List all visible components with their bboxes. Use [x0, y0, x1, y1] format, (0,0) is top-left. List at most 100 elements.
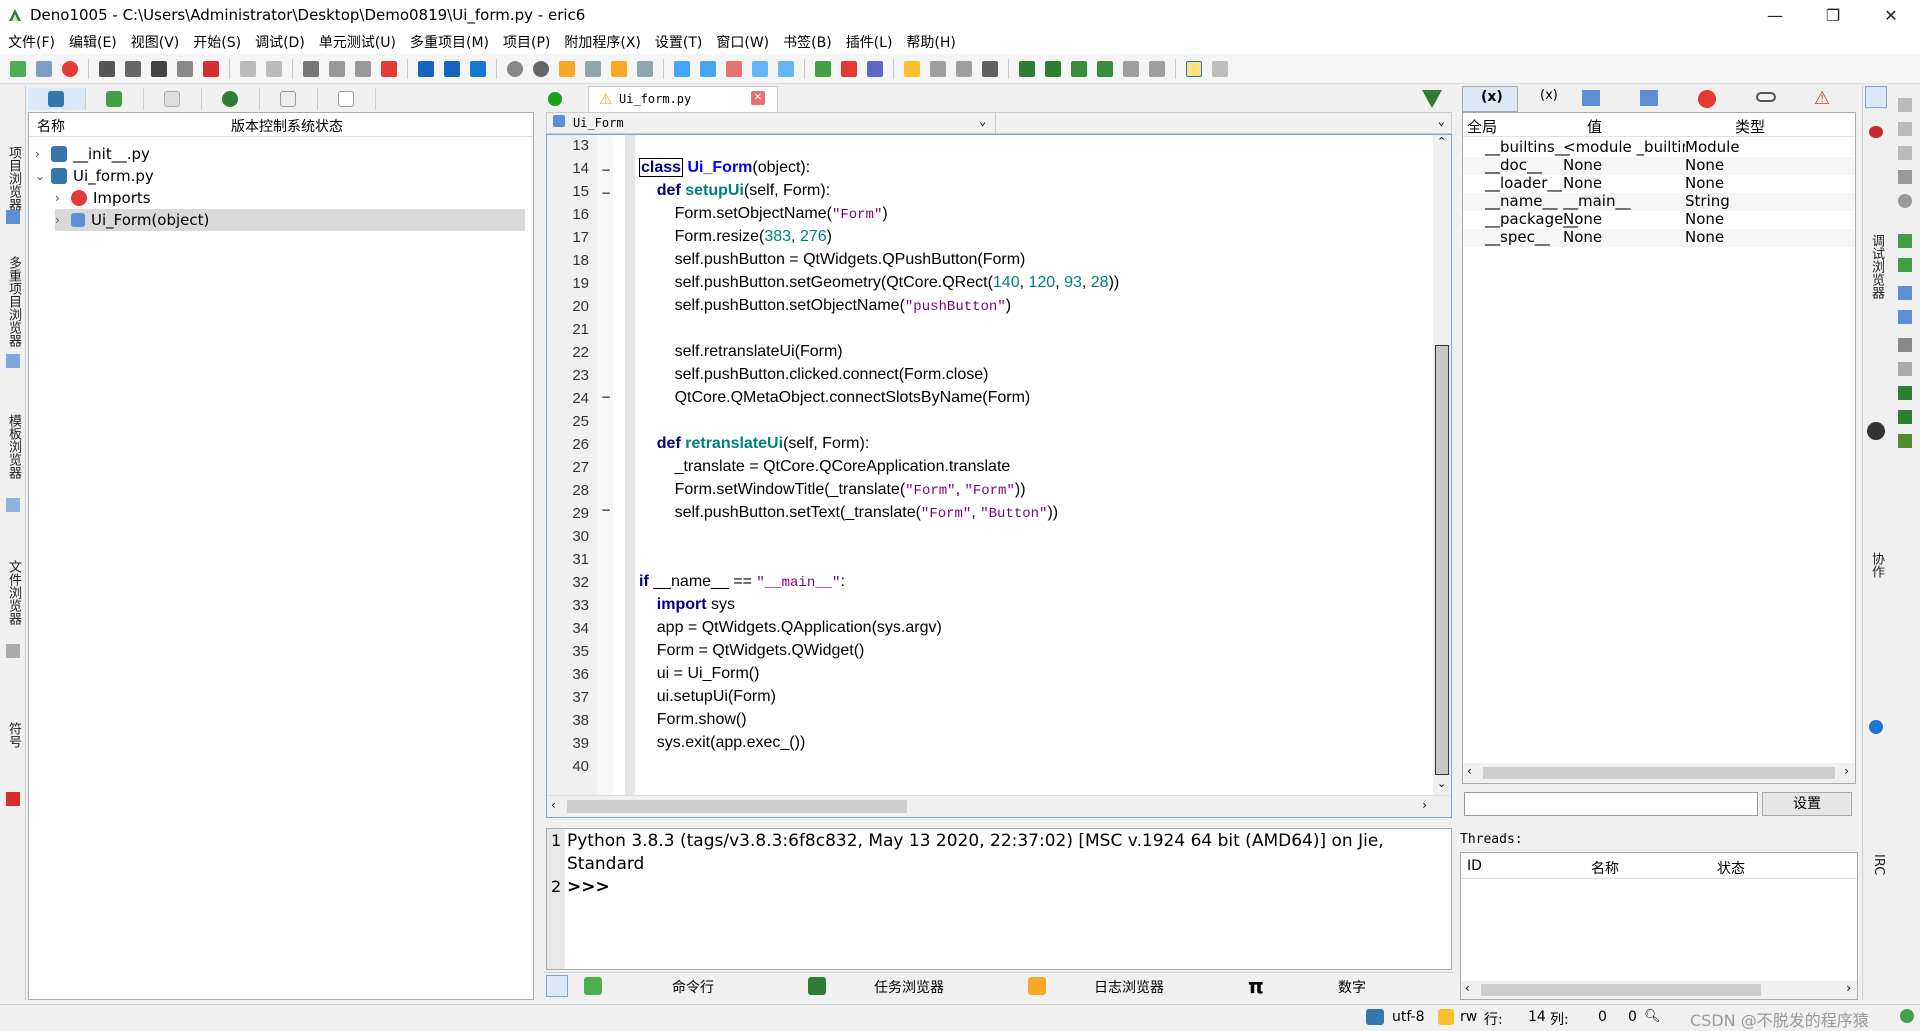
- open-file-icon[interactable]: [36, 60, 52, 77]
- expand-arrow-icon[interactable]: ›: [35, 147, 51, 161]
- vars-horizontal-scrollbar[interactable]: ‹ ›: [1463, 763, 1855, 783]
- close-project-icon[interactable]: [726, 60, 742, 77]
- print-icon[interactable]: [177, 60, 193, 77]
- filter-icon[interactable]: [1865, 86, 1887, 108]
- debug-bug-icon[interactable]: [1869, 126, 1883, 138]
- symbols-icon[interactable]: [6, 792, 20, 806]
- variable-row[interactable]: __doc__ None None: [1463, 156, 1855, 175]
- variable-row[interactable]: __package__ None None: [1463, 210, 1855, 229]
- editor-tab[interactable]: ⚠ Ui_form.py ✕: [588, 86, 778, 112]
- column-state[interactable]: 状态: [1717, 858, 1745, 878]
- zoom-icon[interactable]: 🔍︎: [1644, 1009, 1661, 1024]
- tab-file-browser[interactable]: 文件浏览器: [3, 560, 23, 625]
- fold-marker-icon[interactable]: −: [601, 186, 611, 200]
- menu-file[interactable]: 文件(F): [8, 32, 55, 52]
- tab-list-icon[interactable]: [1422, 90, 1442, 108]
- watch-icon[interactable]: [1756, 92, 1776, 102]
- tab-forms[interactable]: [86, 88, 144, 110]
- column-value[interactable]: 值: [1587, 116, 1602, 137]
- scroll-down-icon[interactable]: ⌄: [1437, 777, 1446, 790]
- file-browser-icon[interactable]: [6, 644, 20, 658]
- breakpoints-icon[interactable]: [1698, 90, 1716, 108]
- stop-debug-icon[interactable]: [841, 60, 857, 77]
- maximize-button[interactable]: ❐: [1804, 0, 1862, 30]
- filter-icon[interactable]: [546, 975, 568, 997]
- delete-icon[interactable]: [381, 60, 397, 77]
- reload-icon[interactable]: [507, 60, 523, 77]
- next-task-icon[interactable]: [1019, 60, 1035, 77]
- menu-bookmarks[interactable]: 书签(B): [783, 32, 832, 52]
- settings-icon[interactable]: [1898, 194, 1912, 208]
- column-name[interactable]: 名称: [37, 116, 65, 136]
- stop-icon[interactable]: [533, 60, 549, 77]
- brush-icon[interactable]: [1898, 170, 1912, 184]
- variable-row[interactable]: __name__ __main__ String: [1463, 192, 1855, 211]
- irc-icon[interactable]: [1869, 720, 1883, 734]
- editor-horizontal-scrollbar[interactable]: ‹ ›: [547, 795, 1451, 817]
- undo-icon[interactable]: [240, 60, 256, 77]
- column-id[interactable]: ID: [1467, 858, 1482, 874]
- tab-local-vars[interactable]: (x): [1522, 86, 1578, 112]
- python-shell[interactable]: 1 2 Python 3.8.3 (tags/v3.8.3:6f8c832, M…: [546, 828, 1452, 970]
- tab-symbols[interactable]: 符号: [3, 722, 23, 748]
- plugin2-icon[interactable]: [1898, 258, 1912, 272]
- menu-settings[interactable]: 设置(T): [655, 32, 702, 52]
- menu-edit[interactable]: 编辑(E): [69, 32, 117, 52]
- database-icon[interactable]: [1898, 338, 1912, 352]
- scroll-right-icon[interactable]: ›: [1422, 798, 1427, 812]
- monitor-icon[interactable]: [1898, 286, 1912, 300]
- bug-icon[interactable]: [815, 60, 831, 77]
- scrollbar-thumb[interactable]: [1481, 984, 1761, 996]
- variables-filter-input[interactable]: [1464, 792, 1758, 816]
- close-window-button[interactable]: ✕: [1862, 0, 1920, 30]
- tab-task-viewer[interactable]: 任务浏览器: [874, 977, 944, 997]
- redo-icon[interactable]: [266, 60, 282, 77]
- menu-plugins[interactable]: 插件(L): [846, 32, 893, 52]
- paste-icon[interactable]: [355, 60, 371, 77]
- close-file-icon[interactable]: [62, 60, 78, 77]
- profile-icon[interactable]: [637, 60, 653, 77]
- editor-vertical-scrollbar[interactable]: ⌃ ⌄: [1433, 135, 1451, 795]
- save-icon[interactable]: [99, 60, 115, 77]
- copy-icon[interactable]: [329, 60, 345, 77]
- cooperation-icon[interactable]: [1867, 422, 1885, 440]
- prev-warning-icon[interactable]: [1097, 60, 1113, 77]
- column-thread-name[interactable]: 名称: [1591, 858, 1619, 878]
- tab-numbers[interactable]: 数字: [1338, 977, 1366, 997]
- tree-item-imports[interactable]: › Imports: [55, 187, 151, 209]
- column-vcs-status[interactable]: 版本控制系统状态: [231, 116, 343, 136]
- tab-project-browser[interactable]: 项目浏览器: [3, 146, 23, 211]
- scrollbar-thumb[interactable]: [1435, 345, 1449, 775]
- expand-arrow-icon[interactable]: ›: [55, 213, 71, 227]
- minimize-button[interactable]: —: [1746, 0, 1804, 30]
- open-project-icon[interactable]: [700, 60, 716, 77]
- prev-bookmark-icon[interactable]: [956, 60, 972, 77]
- close-tab-icon[interactable]: ✕: [751, 91, 765, 105]
- tab-log-viewer[interactable]: 日志浏览器: [1094, 977, 1164, 997]
- next-change-icon[interactable]: [1123, 60, 1139, 77]
- scroll-right-icon[interactable]: ›: [1844, 764, 1849, 778]
- prev-change-icon[interactable]: [1149, 60, 1165, 77]
- uncomment-icon[interactable]: [444, 60, 460, 77]
- menu-help[interactable]: 帮助(H): [906, 32, 955, 52]
- save-all-icon[interactable]: [151, 60, 167, 77]
- plugin-icon[interactable]: [1898, 234, 1912, 248]
- scrollbar-thumb[interactable]: [1483, 767, 1835, 779]
- tree-item-class[interactable]: › Ui_Form(object): [55, 209, 525, 231]
- tree-item-ui-form[interactable]: ⌄ Ui_form.py: [35, 165, 154, 187]
- pencil-icon[interactable]: [1898, 122, 1912, 136]
- tab-resources[interactable]: [202, 88, 260, 110]
- collapse-arrow-icon[interactable]: ⌄: [35, 169, 51, 183]
- tab-translations[interactable]: [144, 88, 202, 110]
- comment-icon[interactable]: [418, 60, 434, 77]
- quit-icon[interactable]: [203, 60, 219, 77]
- scroll-up-icon[interactable]: ⌃: [1437, 135, 1446, 148]
- python-run-icon[interactable]: [559, 60, 575, 77]
- tab-shell[interactable]: 命令行: [672, 977, 714, 997]
- template-icon[interactable]: [6, 498, 20, 512]
- network-icon[interactable]: [1898, 310, 1912, 324]
- tool2-icon[interactable]: [1898, 410, 1912, 424]
- spell-check-icon[interactable]: [1212, 60, 1228, 77]
- menu-multiproject[interactable]: 多重项目(M): [410, 32, 489, 52]
- tab-debug-viewer[interactable]: 调试浏览器: [1866, 234, 1886, 299]
